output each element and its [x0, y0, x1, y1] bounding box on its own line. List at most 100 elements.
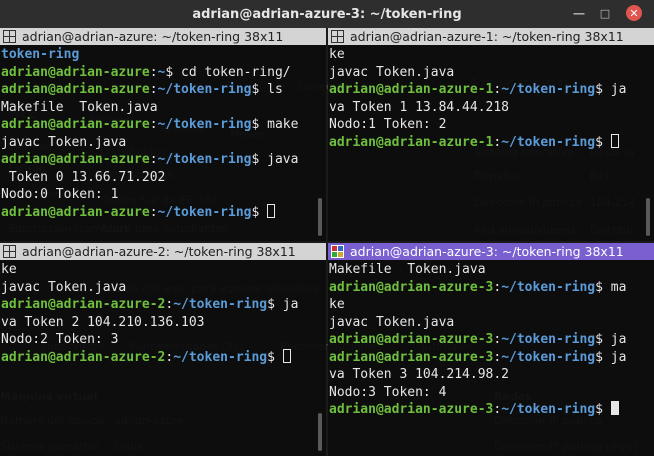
- maximize-icon[interactable]: □: [598, 6, 612, 20]
- terminal-pane-3[interactable]: adrian@adrian-azure-3: ~/token-ring 38x1…: [328, 243, 654, 456]
- terminal-text: adrian@adrian-azure-1: [329, 82, 494, 97]
- terminal-line: va Token 3 104.214.98.2: [329, 366, 654, 384]
- terminal-pane-1[interactable]: adrian@adrian-azure-1: ~/token-ring 38x1…: [328, 28, 654, 241]
- terminal-text: $ ma: [595, 279, 627, 295]
- terminal-pane-2[interactable]: adrian@adrian-azure-2: ~/token-ring 38x1…: [0, 243, 326, 456]
- terminal-text: $ java: [251, 152, 299, 167]
- terminal-text: Nodo:1 Token: 2: [329, 117, 447, 132]
- terminal-line: Nodo:1 Token: 2: [329, 116, 654, 134]
- window-titlebar[interactable]: adrian@adrian-azure-3: ~/token-ring ― □ …: [0, 0, 654, 28]
- terminal-output[interactable]: ke javac Token.java adrian@adrian-azure-2:…: [0, 261, 326, 366]
- terminal-text: javac Token.java: [329, 314, 455, 330]
- terminal-text: va Token 1 13.84.44.218: [329, 99, 510, 115]
- terminal-text: Token 0 13.66.71.202: [1, 169, 166, 185]
- terminal-text: ~/token-ring: [157, 82, 252, 97]
- terminal-line: adrian@adrian-azure-2:~/token-ring$: [1, 348, 326, 367]
- terminal-text: ~/token-ring: [501, 332, 596, 347]
- terminal-pane-0[interactable]: adrian@adrian-azure: ~/token-ring 38x11 …: [0, 28, 326, 241]
- terminal-text: ke: [329, 47, 345, 62]
- text-cursor: [610, 401, 619, 415]
- terminal-line: token-ring: [1, 46, 326, 64]
- terminal-text: token-ring: [1, 47, 80, 62]
- terminal-text: ~/token-ring: [501, 82, 596, 97]
- terminal-text: :: [149, 152, 158, 167]
- pane-titlebar[interactable]: adrian@adrian-azure: ~/token-ring 38x11: [0, 28, 326, 45]
- split-grid-icon[interactable]: [3, 30, 16, 43]
- terminal-line: adrian@adrian-azure-1:~/token-ring$ ja: [329, 81, 654, 99]
- terminal-text: Nodo:2 Token: 3: [1, 332, 119, 347]
- terminal-text: ~/token-ring: [501, 349, 596, 365]
- terminal-line: adrian@adrian-azure:~/token-ring$ make: [1, 116, 326, 134]
- terminal-text: $ cd token-ring/: [165, 64, 291, 80]
- terminal-text: ~/token-ring: [173, 297, 268, 312]
- pane-titlebar-active[interactable]: adrian@adrian-azure-3: ~/token-ring 38x1…: [328, 243, 654, 260]
- split-grid-icon[interactable]: [331, 30, 344, 43]
- pane-title: adrian@adrian-azure: ~/token-ring 38x11: [22, 29, 284, 44]
- terminal-text: adrian@adrian-azure-3: [329, 279, 494, 295]
- terminal-text: :: [149, 64, 158, 80]
- text-cursor: [282, 348, 291, 363]
- terminal-output[interactable]: Makefile Token.java adrian@adrian-azure-3…: [328, 261, 654, 419]
- pane-titlebar[interactable]: adrian@adrian-azure-2: ~/token-ring 38x1…: [0, 243, 326, 260]
- terminal-line: adrian@adrian-azure-3:~/token-ring$ ma: [329, 279, 654, 297]
- terminal-line: javac Token.java: [1, 134, 326, 152]
- scrollbar[interactable]: [646, 198, 650, 236]
- terminal-line: adrian@adrian-azure-3:~/token-ring$ ja: [329, 331, 654, 349]
- terminal-text: $ ls: [251, 82, 283, 97]
- terminal-line: adrian@adrian-azure:~$ cd token-ring/: [1, 64, 326, 82]
- terminal-text: ke: [1, 262, 17, 277]
- terminal-text: adrian@adrian-azure-3: [329, 349, 494, 365]
- terminal-line: adrian@adrian-azure:~/token-ring$: [1, 203, 326, 222]
- close-icon[interactable]: ✕: [626, 5, 642, 21]
- terminal-line: adrian@adrian-azure-1:~/token-ring$: [329, 133, 654, 152]
- terminal-text: $: [595, 402, 611, 417]
- terminal-line: Token 0 13.66.71.202: [1, 169, 326, 187]
- terminal-line: Makefile Token.java: [329, 261, 654, 279]
- terminal-text: ~/token-ring: [157, 204, 252, 220]
- terminal-text: ~/token-ring: [157, 117, 252, 132]
- terminal-text: :: [149, 204, 158, 220]
- terminal-text: Makefile Token.java: [329, 262, 486, 277]
- terminal-line: Makefile Token.java: [1, 99, 326, 117]
- terminal-text: $ ja: [595, 332, 627, 347]
- terminal-line: va Token 2 104.210.136.103: [1, 314, 326, 332]
- terminal-text: :: [149, 82, 158, 97]
- terminal-text: Makefile Token.java: [1, 99, 158, 115]
- text-cursor: [610, 133, 619, 148]
- terminal-text: adrian@adrian-azure: [1, 152, 150, 167]
- text-cursor: [267, 203, 276, 218]
- terminal-text: $ ja: [595, 82, 627, 97]
- terminal-text: adrian@adrian-azure: [1, 204, 150, 220]
- pane-title: adrian@adrian-azure-1: ~/token-ring 38x1…: [350, 29, 624, 44]
- terminal-text: va Token 3 104.214.98.2: [329, 367, 510, 382]
- split-grid-icon[interactable]: [3, 245, 16, 258]
- terminal-line: ke: [329, 46, 654, 64]
- terminal-text: javac Token.java: [1, 134, 127, 150]
- terminal-text: $: [267, 349, 283, 365]
- terminal-text: :: [149, 117, 158, 132]
- terminal-text: adrian@adrian-azure-2: [1, 297, 166, 312]
- terminal-output[interactable]: token-ring adrian@adrian-azure:~$ cd toke…: [0, 46, 326, 221]
- terminal-text: Nodo:3 Token: 4: [329, 384, 447, 400]
- minimize-icon[interactable]: ―: [572, 6, 586, 20]
- terminal-output[interactable]: ke javac Token.java adrian@adrian-azure-1:…: [328, 46, 654, 151]
- terminal-line: va Token 1 13.84.44.218: [329, 99, 654, 117]
- terminal-text: adrian@adrian-azure-3: [329, 332, 494, 347]
- terminal-text: ~/token-ring: [173, 349, 268, 365]
- terminal-line: javac Token.java: [1, 279, 326, 297]
- terminal-line: adrian@adrian-azure:~/token-ring$ ls: [1, 81, 326, 99]
- terminal-text: adrian@adrian-azure: [1, 82, 150, 97]
- terminal-text: $ make: [251, 117, 299, 132]
- split-grid-icon[interactable]: [331, 245, 344, 258]
- terminal-text: ~/token-ring: [501, 279, 596, 295]
- terminal-text: javac Token.java: [1, 279, 127, 295]
- terminal-line: adrian@adrian-azure:~/token-ring$ java: [1, 151, 326, 169]
- pane-titlebar[interactable]: adrian@adrian-azure-1: ~/token-ring 38x1…: [328, 28, 654, 45]
- terminal-text: adrian@adrian-azure-1: [329, 134, 494, 150]
- terminal-text: Nodo:0 Token: 1: [1, 187, 119, 202]
- scrollbar[interactable]: [318, 413, 322, 451]
- terminal-text: $ ja: [267, 297, 299, 312]
- terminal-text: ~/token-ring: [501, 134, 596, 150]
- terminal-line: ke: [329, 296, 654, 314]
- scrollbar[interactable]: [318, 198, 322, 236]
